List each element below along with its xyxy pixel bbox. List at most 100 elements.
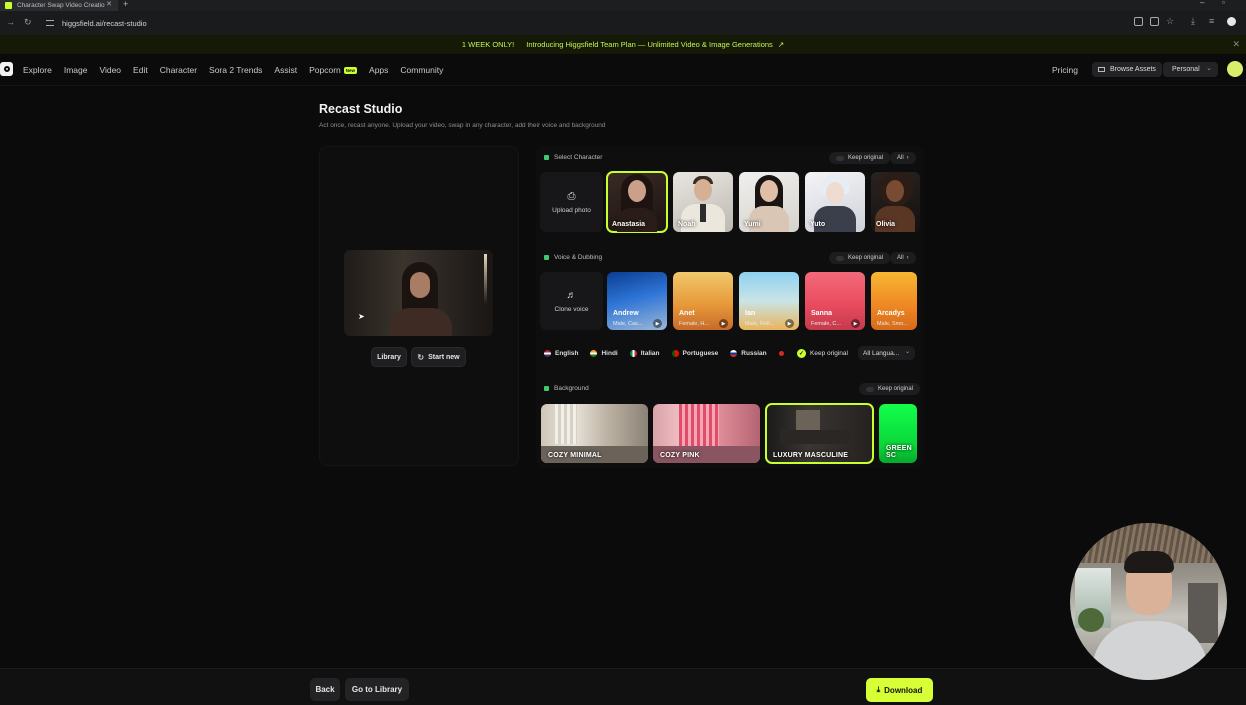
voice-name: Arcadys	[877, 310, 905, 317]
all-label: All	[897, 255, 904, 261]
maximize-icon[interactable]: ▫	[1222, 0, 1225, 7]
character-all-button[interactable]: All ›	[890, 152, 916, 164]
character-card-olivia[interactable]: Olivia	[871, 172, 920, 232]
download-icon: ⤓	[876, 685, 881, 694]
browse-assets-button[interactable]: Browse Assets	[1092, 62, 1162, 77]
play-icon[interactable]: ▶	[653, 319, 662, 328]
keep-original-label: Keep original	[848, 155, 884, 161]
go-to-library-button[interactable]: Go to Library	[345, 678, 409, 701]
url-text: higgsfield.ai/recast-studio	[62, 18, 147, 28]
waveform-icon: ♬	[566, 289, 577, 301]
language-keep-original-toggle[interactable]: ✓ Keep original	[797, 346, 848, 360]
voice-card-ian[interactable]: Ian Male, Refl... ▶	[739, 272, 799, 330]
user-avatar[interactable]	[1227, 61, 1243, 77]
page-subtitle: Act once, recast anyone. Upload your vid…	[319, 122, 606, 129]
background-card-cozy-minimal[interactable]: COZY MINIMAL	[541, 404, 648, 463]
back-button[interactable]: Back	[310, 678, 340, 701]
download-button[interactable]: ⤓ Download	[866, 678, 933, 702]
mouse-cursor-icon: ➤	[358, 312, 365, 321]
reload-icon[interactable]: ↻	[24, 17, 32, 28]
upload-photo-label: Upload photo	[552, 206, 591, 214]
voice-meta: Female, C...	[811, 321, 841, 327]
nav-apps[interactable]: Apps	[369, 65, 388, 75]
workspace-dropdown[interactable]: Personal ⌄	[1163, 62, 1218, 77]
site-settings-icon[interactable]	[46, 20, 54, 26]
language-english[interactable]: English	[544, 350, 578, 357]
background-card-cozy-pink[interactable]: COZY PINK	[653, 404, 760, 463]
browser-toolbar: → ↻ higgsfield.ai/recast-studio ☆ ⤓ ≡	[0, 11, 1246, 35]
character-keep-original-toggle[interactable]: Keep original	[829, 152, 891, 164]
clone-voice-label: Clone voice	[554, 305, 589, 313]
chevron-right-icon: ›	[906, 155, 909, 161]
voice-meta: Male, Smo...	[877, 321, 908, 327]
promo-banner[interactable]: 1 WEEK ONLY! Introducing Higgsfield Team…	[0, 35, 1246, 54]
nav-explore[interactable]: Explore	[23, 65, 52, 75]
workspace-label: Personal	[1172, 66, 1200, 73]
voice-keep-original-toggle[interactable]: Keep original	[829, 252, 891, 264]
forward-icon[interactable]: →	[6, 17, 15, 27]
character-card-noah[interactable]: Noah	[673, 172, 733, 232]
select-character-label: Select Character	[554, 154, 603, 161]
voice-name: Ian	[745, 310, 756, 317]
language-selector-row: English Hindi Italian Portuguese Russian	[544, 347, 800, 360]
extensions-icon[interactable]: ≡	[1209, 16, 1214, 26]
character-card-anastasia[interactable]: Anastasia	[606, 171, 668, 233]
uploaded-video-preview[interactable]: ➤	[344, 250, 493, 336]
nav-edit[interactable]: Edit	[133, 65, 148, 75]
language-hindi[interactable]: Hindi	[590, 350, 618, 357]
browser-tab[interactable]: Character Swap Video Creatio ✕	[0, 0, 118, 11]
nav-popcorn[interactable]: Popcorn New	[309, 65, 358, 75]
library-button[interactable]: Library	[371, 347, 407, 367]
play-icon[interactable]: ▶	[719, 319, 728, 328]
check-icon: ✓	[797, 348, 806, 358]
higgsfield-logo-icon[interactable]	[0, 62, 13, 76]
bookmark-star-icon[interactable]: ☆	[1166, 16, 1174, 27]
clone-voice-button[interactable]: ♬ Clone voice	[540, 272, 603, 330]
language-portuguese[interactable]: Portuguese	[671, 350, 718, 357]
nav-assist[interactable]: Assist	[274, 65, 297, 75]
translate-icon[interactable]	[1150, 17, 1159, 26]
address-bar[interactable]: higgsfield.ai/recast-studio	[42, 15, 1142, 31]
upload-photo-button[interactable]: ⎙ Upload photo	[540, 172, 603, 232]
start-new-button[interactable]: ↻ Start new	[411, 347, 466, 367]
minimize-icon[interactable]: –	[1200, 0, 1204, 7]
keep-original-label: Keep original	[848, 255, 884, 261]
play-icon[interactable]: ▶	[785, 319, 794, 328]
nav-sora-2-trends[interactable]: Sora 2 Trends	[209, 65, 262, 75]
voice-card-anet[interactable]: Anet Female, H... ▶	[673, 272, 733, 330]
nav-character[interactable]: Character	[160, 65, 197, 75]
close-tab-icon[interactable]: ✕	[106, 0, 112, 8]
background-card-luxury-masculine[interactable]: LUXURY MASCULINE	[765, 403, 874, 464]
all-languages-dropdown[interactable]: All Langua... ⌄	[858, 346, 915, 360]
voice-all-button[interactable]: All ›	[890, 252, 916, 264]
nav-pricing[interactable]: Pricing	[1052, 65, 1078, 75]
background-name: COZY PINK	[660, 452, 700, 459]
character-card-yumi[interactable]: Yumi	[739, 172, 799, 232]
background-name: LUXURY MASCULINE	[773, 452, 849, 459]
character-name: Noah	[678, 221, 696, 228]
play-icon[interactable]: ▶	[851, 319, 860, 328]
background-card-green-screen[interactable]: GREEN SC	[879, 404, 917, 463]
new-tab-icon[interactable]: +	[123, 0, 128, 9]
voice-card-andrew[interactable]: Andrew Male, Cas... ▶	[607, 272, 667, 330]
language-italian[interactable]: Italian	[629, 350, 660, 357]
profile-icon[interactable]	[1227, 17, 1236, 26]
voice-card-arcadys[interactable]: Arcadys Male, Smo...	[871, 272, 917, 330]
nav-popcorn-label: Popcorn	[309, 65, 341, 75]
library-label: Library	[377, 353, 401, 361]
language-more[interactable]	[778, 351, 788, 356]
voice-card-sanna[interactable]: Sanna Female, C... ▶	[805, 272, 865, 330]
nav-community[interactable]: Community	[400, 65, 443, 75]
nav-image[interactable]: Image	[64, 65, 88, 75]
cast-icon[interactable]	[1134, 17, 1143, 26]
background-name: GREEN SC	[886, 445, 912, 459]
character-card-yuto[interactable]: Yuto	[805, 172, 865, 232]
download-icon[interactable]: ⤓	[1191, 16, 1195, 27]
keep-original-label: Keep original	[810, 349, 848, 357]
nav-video[interactable]: Video	[99, 65, 121, 75]
close-banner-icon[interactable]: ✕	[1232, 39, 1240, 50]
background-keep-original-toggle[interactable]: Keep original	[859, 383, 921, 395]
browser-tabbar: Character Swap Video Creatio ✕ + – ▫	[0, 0, 1246, 11]
download-label: Download	[884, 685, 923, 695]
language-russian[interactable]: Russian	[730, 350, 767, 357]
